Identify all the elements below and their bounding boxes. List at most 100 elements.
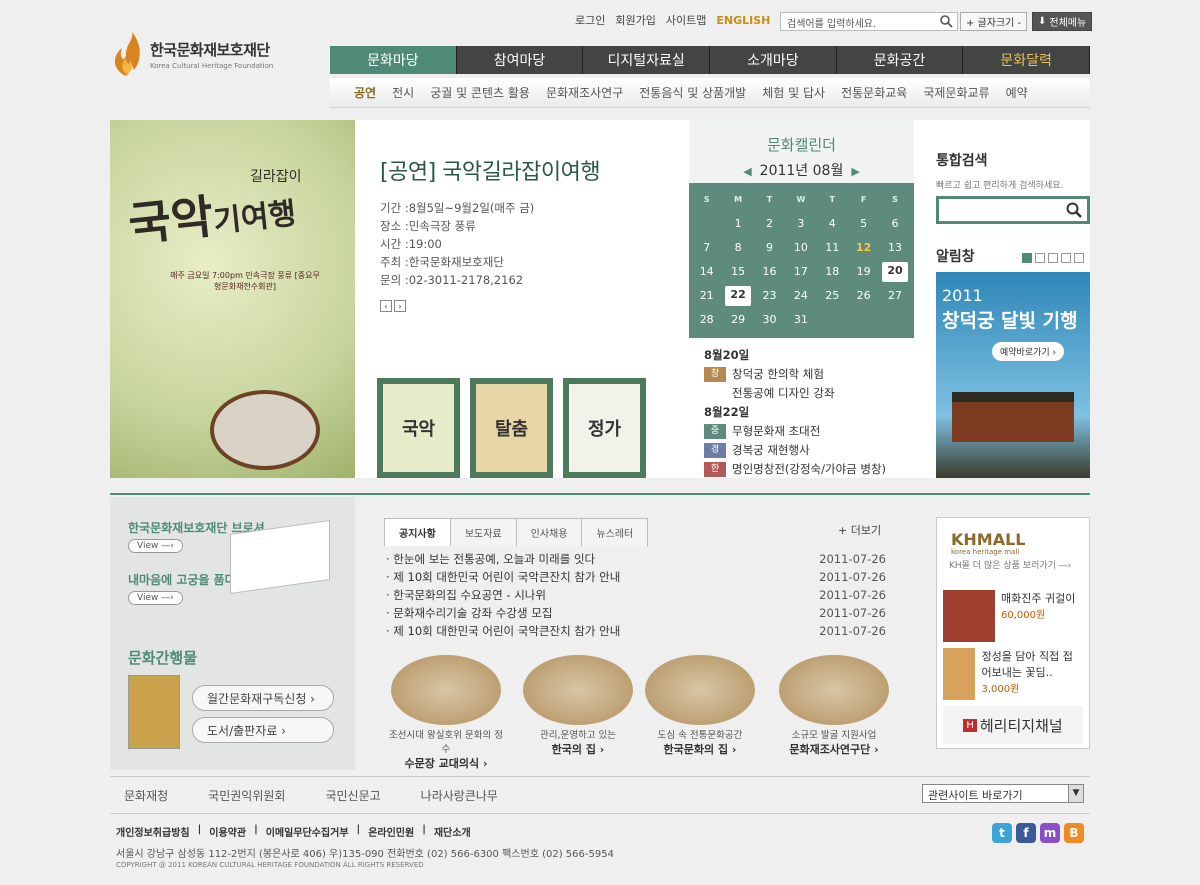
sitemap-link[interactable]: 사이트맵 bbox=[666, 12, 706, 28]
calendar-day[interactable]: 19 bbox=[848, 260, 879, 284]
font-size-button[interactable]: + 글자크기 - bbox=[960, 12, 1028, 31]
calendar-day[interactable]: 2 bbox=[754, 212, 785, 236]
calendar-day[interactable]: 6 bbox=[879, 212, 910, 236]
event-poster[interactable]: 길라잡이 국악기여행 매주 금요일 7:00pm 민속극장 풍류 [중요무형문화… bbox=[110, 120, 355, 478]
notice-item[interactable]: · 한국문화의집 수요공연 - 시나위 2011-07-26 bbox=[386, 586, 886, 604]
sns-icon[interactable]: B bbox=[1064, 823, 1084, 843]
english-link[interactable]: ENGLISH bbox=[716, 14, 770, 27]
integrated-search-input[interactable] bbox=[936, 196, 1090, 224]
calendar-day[interactable]: 9 bbox=[754, 236, 785, 260]
tab-press[interactable]: 보도자료 bbox=[449, 518, 517, 546]
all-menu-button[interactable]: ⬇ 전체메뉴 bbox=[1032, 12, 1093, 31]
gnb-introduction[interactable]: 소개마당 bbox=[710, 46, 837, 74]
prev-arrow-icon[interactable]: ‹ bbox=[380, 300, 392, 312]
heritage-channel-banner[interactable]: H 헤리티지채널 bbox=[943, 706, 1083, 744]
calendar-day[interactable]: 4 bbox=[817, 212, 848, 236]
mall-item[interactable]: 매화진주 귀걸이 60,000원 bbox=[943, 590, 1083, 644]
calendar-day[interactable]: 29 bbox=[722, 308, 753, 332]
promo-korea-house[interactable]: 관리,운영하고 있는 한국의 집 › bbox=[518, 655, 638, 757]
pager-dot[interactable] bbox=[1048, 253, 1058, 263]
calendar-day[interactable]: 18 bbox=[817, 260, 848, 284]
calendar-day[interactable]: 1 bbox=[722, 212, 753, 236]
event-item[interactable]: 한 명인명창전(강정숙/가야금 병창) bbox=[704, 460, 886, 479]
prev-month-icon[interactable]: ◀ bbox=[743, 165, 751, 178]
subscribe-button[interactable]: 월간문화재구독신청 › bbox=[192, 685, 334, 711]
email-policy-link[interactable]: 이메일무단수집거부 bbox=[266, 824, 349, 839]
calendar-day[interactable]: 20 bbox=[882, 262, 908, 282]
next-arrow-icon[interactable]: › bbox=[394, 300, 406, 312]
gnb-culture-space[interactable]: 문화공간 bbox=[836, 46, 964, 74]
calendar-day[interactable]: 28 bbox=[691, 308, 722, 332]
thumbnail[interactable]: 탈춤 bbox=[470, 378, 553, 478]
notice-item[interactable]: · 제 10회 대한민국 어린이 국악큰잔치 참가 안내 2011-07-26 bbox=[386, 622, 886, 640]
sns-icon[interactable]: t bbox=[992, 823, 1012, 843]
calendar-day[interactable]: 31 bbox=[785, 308, 816, 332]
lnb-performance[interactable]: 공연 bbox=[354, 84, 376, 101]
moonlight-tour-banner[interactable]: 2011 창덕궁 달빛 기행 예약바로가기 › bbox=[936, 272, 1090, 478]
pager-dot[interactable] bbox=[1022, 253, 1032, 263]
event-item[interactable]: 중 무형문화재 초대전 bbox=[704, 422, 886, 441]
gnb-culture-calendar[interactable]: 문화달력 bbox=[963, 46, 1091, 74]
login-link[interactable]: 로그인 bbox=[575, 12, 605, 28]
calendar-day[interactable]: 11 bbox=[817, 236, 848, 260]
calendar-day[interactable]: 17 bbox=[785, 260, 816, 284]
event-title[interactable]: [공연] 국악길라잡이여행 bbox=[380, 154, 601, 186]
logo[interactable]: 한국문화재보호재단 Korea Cultural Heritage Founda… bbox=[108, 30, 273, 78]
sns-icon[interactable]: m bbox=[1040, 823, 1060, 843]
thumbnail[interactable]: 정가 bbox=[563, 378, 646, 478]
org-cha[interactable]: 문화재청 bbox=[124, 787, 168, 804]
lnb-palace-content[interactable]: 궁궐 및 콘텐츠 활용 bbox=[430, 84, 530, 101]
lnb-food[interactable]: 전통음식 및 상품개발 bbox=[639, 84, 746, 101]
calendar-day[interactable]: 10 bbox=[785, 236, 816, 260]
pager-dot[interactable] bbox=[1074, 253, 1084, 263]
notice-item[interactable]: · 한눈에 보는 전통공예, 오늘과 미래를 잇다 2011-07-26 bbox=[386, 550, 886, 568]
calendar-day[interactable]: 8 bbox=[722, 236, 753, 260]
top-search-input[interactable]: 검색어를 입력하세요. bbox=[780, 12, 958, 31]
reserve-button[interactable]: 예약바로가기 › bbox=[992, 342, 1065, 361]
calendar-day[interactable]: 12 bbox=[848, 236, 879, 260]
pager-dot[interactable] bbox=[1061, 253, 1071, 263]
calendar-day[interactable]: 5 bbox=[848, 212, 879, 236]
lnb-international[interactable]: 국제문화교류 bbox=[923, 84, 989, 101]
lnb-exhibition[interactable]: 전시 bbox=[392, 84, 414, 101]
gnb-culture-yard[interactable]: 문화마당 bbox=[330, 46, 457, 74]
calendar-day[interactable]: 23 bbox=[754, 284, 785, 308]
tab-notice[interactable]: 공지사항 bbox=[384, 518, 451, 546]
event-item[interactable]: 전통공예 디자인 강좌 bbox=[704, 384, 886, 403]
calendar-day[interactable]: 14 bbox=[691, 260, 722, 284]
calendar-day[interactable]: 3 bbox=[785, 212, 816, 236]
privacy-link[interactable]: 개인정보취급방침 bbox=[116, 824, 190, 839]
books-button[interactable]: 도서/출판자료 › bbox=[192, 717, 334, 743]
related-site-select[interactable]: ▼ 관련사이트 바로가기 bbox=[922, 784, 1084, 803]
event-item[interactable]: 창 창덕궁 한의학 체험 bbox=[704, 365, 886, 384]
tab-recruit[interactable]: 인사채용 bbox=[515, 518, 583, 546]
gnb-digital-archive[interactable]: 디지털자료실 bbox=[583, 46, 711, 74]
search-icon[interactable] bbox=[940, 15, 953, 28]
calendar-day[interactable]: 7 bbox=[691, 236, 722, 260]
calendar-day[interactable]: 27 bbox=[879, 284, 910, 308]
thumbnail[interactable]: 국악 bbox=[377, 378, 460, 478]
about-link[interactable]: 재단소개 bbox=[434, 824, 471, 839]
calendar-day[interactable]: 13 bbox=[879, 236, 910, 260]
promo-guard-ceremony[interactable]: 조선시대 왕실호위 문화의 정수 수문장 교대의식 › bbox=[386, 655, 506, 771]
org-epeople[interactable]: 국민신문고 bbox=[325, 787, 380, 804]
next-month-icon[interactable]: ▶ bbox=[851, 165, 859, 178]
notice-item[interactable]: · 문화재수리기술 강좌 수강생 모집 2011-07-26 bbox=[386, 604, 886, 622]
promo-culture-house[interactable]: 도심 속 전통문화공간 한국문화의 집 › bbox=[640, 655, 760, 757]
pager-dot[interactable] bbox=[1035, 253, 1045, 263]
kh-mall-link[interactable]: KH몰 더 많은 상품 보러가기 ―› bbox=[949, 558, 1071, 571]
calendar-day[interactable]: 30 bbox=[754, 308, 785, 332]
calendar-day[interactable]: 26 bbox=[848, 284, 879, 308]
mall-item[interactable]: 정성을 담아 직접 접어보내는 꽃딤.. 3,000원 bbox=[943, 648, 1083, 702]
calendar-day[interactable]: 24 bbox=[785, 284, 816, 308]
org-acrc[interactable]: 국민권익위원회 bbox=[208, 787, 285, 804]
calendar-day[interactable]: 21 bbox=[691, 284, 722, 308]
sns-icon[interactable]: f bbox=[1016, 823, 1036, 843]
lnb-research[interactable]: 문화재조사연구 bbox=[546, 84, 623, 101]
join-link[interactable]: 회원가입 bbox=[615, 12, 655, 28]
terms-link[interactable]: 이용약관 bbox=[209, 824, 246, 839]
lnb-reservation[interactable]: 예약 bbox=[1006, 84, 1028, 101]
lnb-experience[interactable]: 체험 및 답사 bbox=[762, 84, 825, 101]
calendar-day[interactable]: 15 bbox=[722, 260, 753, 284]
more-link[interactable]: + 더보기 bbox=[838, 522, 881, 538]
